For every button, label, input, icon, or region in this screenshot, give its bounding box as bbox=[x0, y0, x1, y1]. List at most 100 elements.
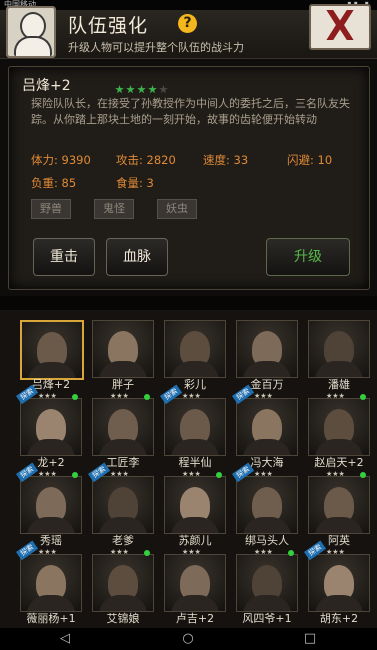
hero-card-name: 胡东+2 bbox=[319, 612, 359, 625]
hero-portrait bbox=[308, 476, 370, 534]
hero-card[interactable]: ★★★ 阿英 bbox=[306, 468, 372, 550]
hero-card[interactable]: ★★★ 探索 绑马头人 bbox=[232, 462, 300, 550]
upgrade-button[interactable]: 升级 bbox=[266, 238, 350, 276]
hero-portrait bbox=[92, 398, 154, 456]
stat-dodge: 闪避: 10 bbox=[287, 153, 333, 167]
available-dot-icon bbox=[72, 472, 78, 478]
star-empty-icon bbox=[159, 85, 168, 94]
hero-card[interactable]: 吕烽+2 bbox=[18, 312, 84, 394]
help-icon[interactable]: ? bbox=[178, 14, 197, 33]
hero-card-name: 风四爷+1 bbox=[242, 612, 292, 625]
system-nav-bar: ◁ ○ □ bbox=[0, 628, 377, 650]
hero-portrait bbox=[308, 398, 370, 456]
page-subtitle: 升级人物可以提升整个队伍的战斗力 bbox=[68, 41, 244, 54]
hero-card[interactable]: ★★★ 探索 程半仙 bbox=[160, 384, 228, 472]
hero-portrait bbox=[236, 554, 298, 612]
hero-card-stars: ★★★ bbox=[326, 548, 345, 556]
bloodline-button[interactable]: 血脉 bbox=[106, 238, 168, 276]
hero-card-stars: ★★★ bbox=[254, 392, 273, 400]
hero-card-stars: ★★★ bbox=[326, 392, 345, 400]
back-icon[interactable]: ◁ bbox=[55, 631, 75, 647]
page-title: 队伍强化 bbox=[68, 15, 149, 37]
roster-grid: 吕烽+2 胖子 彩儿 金百万 潘雄 ★★★ 探索 龙+2 ★★★ 工匠李 ★★★ 探索 程半仙 ★★★ 探索… bbox=[0, 310, 377, 628]
hero-card[interactable]: ★★★ 探索 胡东+2 bbox=[304, 540, 372, 628]
available-dot-icon bbox=[360, 394, 366, 400]
hero-card[interactable]: ★★★ 卢吉+2 bbox=[162, 546, 228, 628]
hero-card[interactable]: ★★★ 探索 老爹 bbox=[88, 462, 156, 550]
hero-card[interactable]: ★★★ 赵启天+2 bbox=[306, 390, 372, 472]
stat-attack: 攻击: 2820 bbox=[116, 153, 176, 167]
hero-portrait bbox=[164, 320, 226, 378]
hero-card-name: 艾锦娘 bbox=[106, 612, 140, 625]
divider bbox=[0, 296, 377, 310]
available-dot-icon bbox=[144, 550, 150, 556]
hero-card-stars: ★★★ bbox=[110, 548, 129, 556]
stat-food: 食量: 3 bbox=[116, 176, 154, 190]
hero-portrait bbox=[20, 320, 84, 380]
hero-card[interactable]: ★★★ 风四爷+1 bbox=[234, 546, 300, 628]
hero-portrait bbox=[92, 554, 154, 612]
recent-apps-icon[interactable]: □ bbox=[300, 631, 320, 647]
hero-card[interactable]: 金百万 bbox=[234, 312, 300, 394]
stat-load: 负重: 85 bbox=[31, 176, 77, 190]
close-icon bbox=[326, 10, 354, 40]
hero-card-stars: ★★★ bbox=[254, 548, 273, 556]
hero-card[interactable]: ★★★ 艾锦娘 bbox=[90, 546, 156, 628]
tag-ghost: 鬼怪 bbox=[94, 199, 134, 219]
hero-portrait bbox=[20, 554, 82, 612]
hero-card[interactable]: ★★★ 探索 冯大海 bbox=[232, 384, 300, 472]
strike-button[interactable]: 重击 bbox=[33, 238, 95, 276]
avatar-icon[interactable] bbox=[6, 6, 56, 58]
hero-portrait bbox=[20, 476, 82, 534]
hero-card-stars: ★★★ bbox=[254, 470, 273, 478]
available-dot-icon bbox=[288, 550, 294, 556]
hero-portrait bbox=[164, 398, 226, 456]
hero-card-stars: ★★★ bbox=[38, 548, 57, 556]
hero-card[interactable]: 潘雄 bbox=[306, 312, 372, 394]
star-icon bbox=[137, 85, 146, 94]
tag-beast: 野兽 bbox=[31, 199, 71, 219]
star-icon bbox=[115, 85, 124, 94]
hero-card[interactable]: ★★★ 工匠李 bbox=[90, 390, 156, 472]
hero-portrait bbox=[164, 554, 226, 612]
hero-portrait bbox=[20, 398, 82, 456]
available-dot-icon bbox=[72, 394, 78, 400]
hero-card-stars: ★★★ bbox=[326, 470, 345, 478]
hero-portrait bbox=[236, 476, 298, 534]
hero-card-stars: ★★★ bbox=[182, 470, 201, 478]
hero-card-name: 薇丽杨+1 bbox=[26, 612, 76, 625]
hero-card-stars: ★★★ bbox=[110, 470, 129, 478]
available-dot-icon bbox=[216, 472, 222, 478]
hero-card-stars: ★★★ bbox=[110, 392, 129, 400]
available-dot-icon bbox=[144, 394, 150, 400]
available-dot-icon bbox=[360, 472, 366, 478]
hero-portrait bbox=[308, 320, 370, 378]
hero-card-stars: ★★★ bbox=[182, 548, 201, 556]
hero-card-stars: ★★★ bbox=[38, 470, 57, 478]
close-button[interactable] bbox=[309, 4, 371, 50]
hero-portrait bbox=[164, 476, 226, 534]
hero-card[interactable]: 彩儿 bbox=[162, 312, 228, 394]
hero-name: 吕烽+2 bbox=[22, 78, 71, 94]
hero-portrait bbox=[308, 554, 370, 612]
hero-card-name: 卢吉+2 bbox=[175, 612, 215, 625]
hero-portrait bbox=[236, 320, 298, 378]
hero-card[interactable]: ★★★ 探索 薇丽杨+1 bbox=[16, 540, 84, 628]
hero-card-stars: ★★★ bbox=[38, 392, 57, 400]
tag-insect: 妖虫 bbox=[157, 199, 197, 219]
hero-portrait bbox=[92, 320, 154, 378]
star-icon bbox=[126, 85, 135, 94]
star-icon bbox=[148, 85, 157, 94]
hero-card[interactable]: 胖子 bbox=[90, 312, 156, 394]
hero-card[interactable]: ★★★ 苏颜儿 bbox=[162, 468, 228, 550]
hero-portrait bbox=[92, 476, 154, 534]
hero-portrait bbox=[236, 398, 298, 456]
hero-card[interactable]: ★★★ 探索 龙+2 bbox=[16, 384, 84, 472]
hero-description: 探险队队长，在接受了孙教授作为中间人的委托之后，三名队友失踪。从你踏上那块土地的… bbox=[31, 97, 350, 126]
stat-speed: 速度: 33 bbox=[203, 153, 249, 167]
home-icon[interactable]: ○ bbox=[178, 631, 198, 647]
hero-card-stars: ★★★ bbox=[182, 392, 201, 400]
stat-stamina: 体力: 9390 bbox=[31, 153, 91, 167]
header: 队伍强化 ? 升级人物可以提升整个队伍的战斗力 bbox=[0, 4, 377, 59]
hero-card[interactable]: ★★★ 探索 秀瑶 bbox=[16, 462, 84, 550]
